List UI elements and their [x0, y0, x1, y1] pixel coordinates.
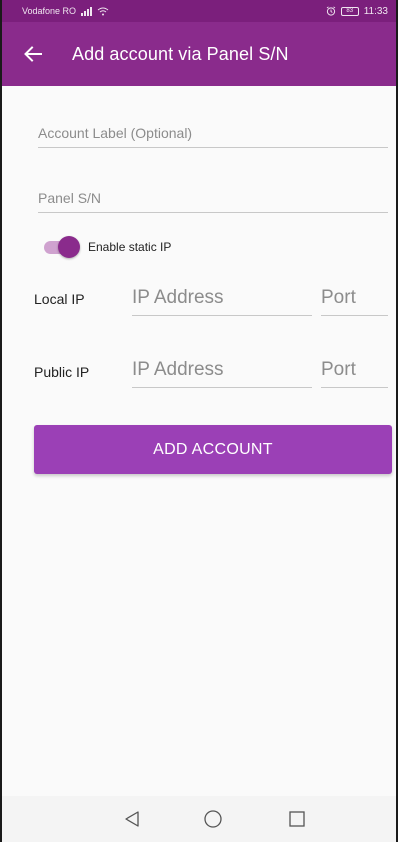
alarm-icon — [326, 6, 335, 16]
signal-icon — [81, 6, 93, 16]
wifi-icon — [97, 7, 109, 15]
app-bar: Add account via Panel S/N — [2, 22, 396, 86]
add-account-button[interactable]: ADD ACCOUNT — [34, 425, 392, 474]
battery-icon: 83 — [340, 6, 359, 16]
local-ip-address-input[interactable] — [132, 287, 312, 309]
static-ip-toggle-label: Enable static IP — [88, 240, 172, 254]
arrow-left-icon — [24, 46, 42, 62]
navigation-bar — [2, 796, 396, 842]
nav-back-button[interactable] — [120, 807, 144, 831]
static-ip-toggle-row: Enable static IP — [44, 236, 171, 258]
static-ip-toggle[interactable] — [44, 236, 80, 258]
local-ip-address-field[interactable] — [132, 282, 312, 316]
public-ip-label: Public IP — [34, 364, 90, 380]
back-arrow-icon[interactable] — [24, 30, 72, 78]
panel-sn-field[interactable] — [38, 183, 388, 213]
toggle-thumb — [58, 236, 80, 258]
public-ip-address-input[interactable] — [132, 359, 312, 381]
status-bar: Vodafone RO 83 11:33 — [2, 0, 396, 22]
public-ip-port-input[interactable] — [321, 359, 388, 381]
nav-recents-button[interactable] — [285, 807, 309, 831]
local-ip-label: Local IP — [34, 291, 85, 307]
carrier-name: Vodafone RO — [22, 6, 77, 16]
account-label-field[interactable] — [38, 118, 388, 148]
local-ip-port-field[interactable] — [321, 282, 388, 316]
public-ip-address-field[interactable] — [132, 354, 312, 388]
account-label-input[interactable] — [38, 125, 388, 141]
local-ip-port-input[interactable] — [321, 287, 388, 309]
status-left: Vodafone RO — [22, 6, 109, 16]
nav-home-button[interactable] — [201, 807, 225, 831]
status-right: 83 11:33 — [326, 6, 388, 17]
public-ip-port-field[interactable] — [321, 354, 388, 388]
panel-sn-input[interactable] — [38, 190, 388, 206]
status-time: 11:33 — [363, 5, 388, 17]
battery-level: 83 — [346, 8, 354, 14]
square-recents-icon — [289, 811, 305, 827]
phone-screen: Vodafone RO 83 11:33 Add account via Pan… — [0, 0, 398, 842]
circle-home-icon — [204, 810, 222, 828]
page-title: Add account via Panel S/N — [72, 43, 289, 64]
triangle-back-icon — [125, 811, 139, 827]
